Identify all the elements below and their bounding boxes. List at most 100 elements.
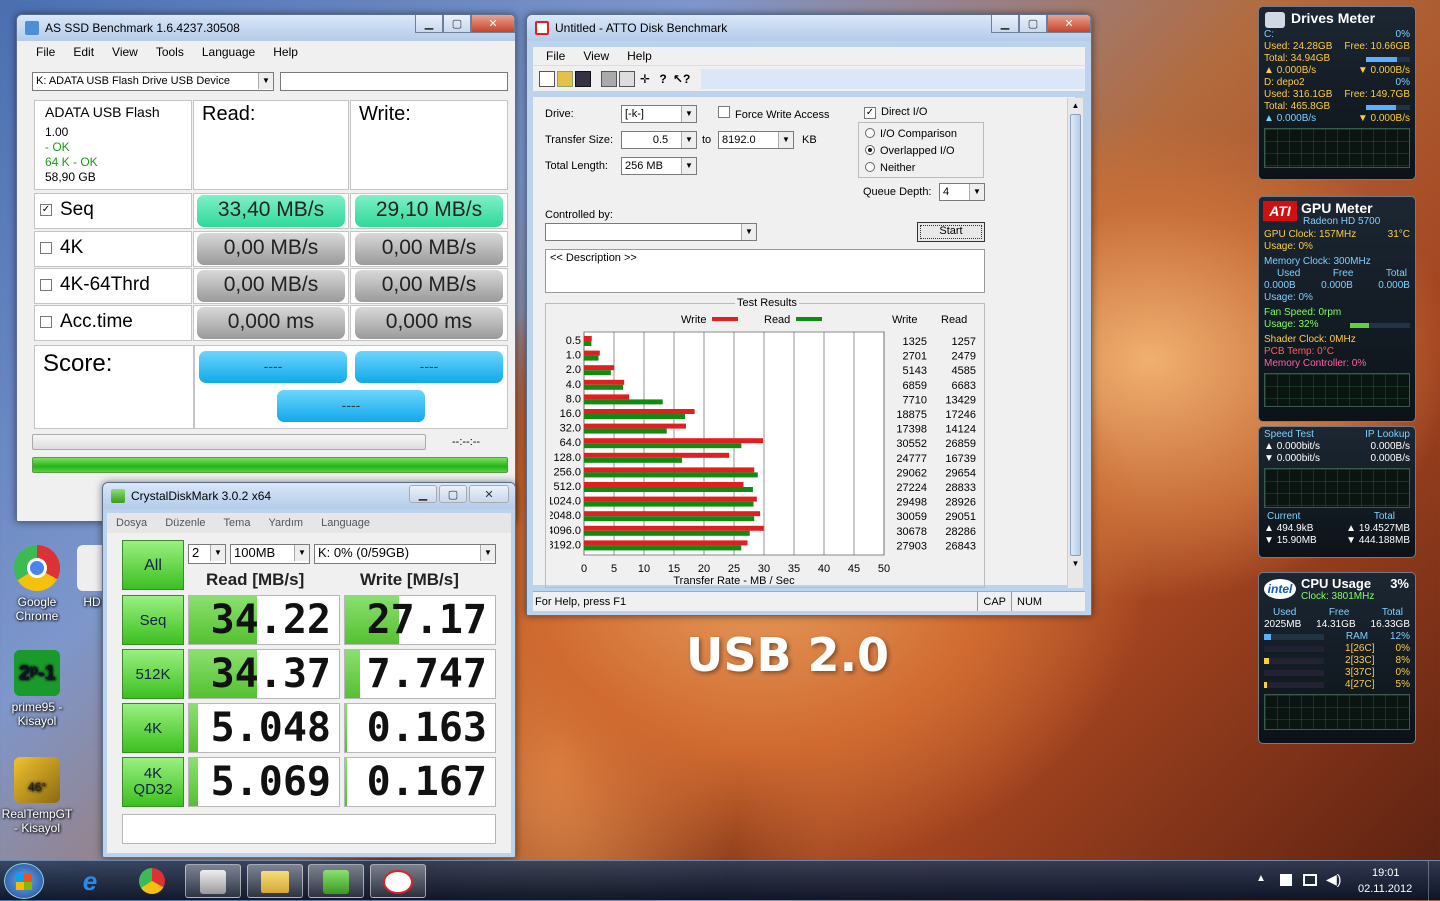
force-write-checkbox[interactable]: Force Write Access	[718, 106, 830, 121]
taskbar-ie[interactable]: e	[62, 864, 118, 898]
gpu-memory-controller: Memory Controller: 0%	[1264, 358, 1367, 369]
new-icon[interactable]	[539, 70, 555, 87]
show-desktop-button[interactable]	[1428, 861, 1440, 901]
maximize-button[interactable]: ▢	[1019, 15, 1047, 33]
save-icon[interactable]	[575, 70, 591, 87]
count-dropdown[interactable]: 2 ▼	[188, 544, 226, 564]
close-button[interactable]: ✕	[1047, 15, 1091, 33]
test-checkbox-2[interactable]: 4K-64Thrd	[40, 274, 150, 296]
speed-test-link[interactable]: Speed Test	[1264, 429, 1314, 441]
drive-select[interactable]: K: ADATA USB Flash Drive USB Device ▼	[32, 72, 274, 91]
core-percent: 0%	[1395, 643, 1410, 654]
transfer-to-dropdown[interactable]: 8192.0 ▼	[718, 131, 794, 149]
gpu-mem-usage: Usage: 0%	[1264, 292, 1313, 303]
total-length-dropdown[interactable]: 256 MB ▼	[621, 157, 697, 175]
menu-help[interactable]: Yardım	[259, 517, 312, 529]
minimize-button[interactable]: ▁	[409, 485, 437, 503]
controlled-by-dropdown[interactable]: ▼	[545, 223, 757, 241]
cdm-comment-field[interactable]	[122, 814, 496, 844]
neither-radio[interactable]: Neither	[865, 162, 915, 174]
menu-help[interactable]: Help	[264, 45, 307, 59]
y-tick-label: 256.0	[553, 466, 581, 478]
ip-lookup-link[interactable]: IP Lookup	[1365, 429, 1410, 441]
atto-titlebar[interactable]: Untitled - ATTO Disk Benchmark ▁ ▢ ✕	[527, 15, 1091, 41]
write-value-label: 24777	[896, 453, 927, 465]
maximize-button[interactable]: ▢	[443, 15, 471, 33]
menu-view[interactable]: View	[103, 45, 147, 59]
progress-bar-top	[32, 434, 426, 450]
context-help-icon[interactable]: ↖?	[673, 71, 690, 87]
scroll-down-icon[interactable]: ▼	[1068, 556, 1083, 572]
drive-dropdown[interactable]: K: 0% (0/59GB) ▼	[314, 544, 496, 564]
clock-time[interactable]: 19:01	[1372, 867, 1400, 879]
clock-date[interactable]: 02.11.2012	[1358, 883, 1412, 895]
read-value-label: 26843	[945, 540, 976, 552]
cdm-titlebar[interactable]: CrystalDiskMark 3.0.2 x64 ▁ ▢ ✕	[103, 483, 515, 509]
total-up-value: 19.4527MB	[1358, 523, 1410, 534]
transfer-from-dropdown[interactable]: 0.5 ▼	[621, 131, 697, 149]
network-tray-icon[interactable]	[1303, 874, 1317, 886]
desktop-icon-prime95[interactable]: 2ᵖ-1 prime95 - Kisayol	[0, 650, 74, 728]
menu-tools[interactable]: Tools	[147, 45, 193, 59]
menu-view[interactable]: View	[574, 49, 618, 63]
move-icon[interactable]: ✛	[637, 71, 653, 87]
overlapped-io-radio[interactable]: Overlapped I/O	[865, 145, 955, 157]
core-percent: 0%	[1395, 667, 1410, 678]
help-icon[interactable]: ?	[655, 71, 671, 87]
menu-help[interactable]: Help	[618, 49, 661, 63]
chrome-icon	[14, 545, 60, 591]
tray-expand-icon[interactable]: ▲	[1256, 873, 1266, 884]
drive-icon	[1265, 12, 1285, 28]
menu-edit[interactable]: Edit	[64, 45, 103, 59]
prime95-icon: 2ᵖ-1	[14, 650, 60, 696]
run-test-button-2[interactable]: 4K	[122, 703, 184, 753]
taskbar-atto[interactable]	[370, 864, 426, 898]
menu-file[interactable]: Dosya	[107, 517, 156, 529]
scroll-up-icon[interactable]: ▲	[1068, 98, 1083, 114]
test-checkbox-0[interactable]: ✓ Seq	[40, 199, 94, 221]
taskbar-asssd[interactable]	[185, 864, 241, 898]
queue-depth-dropdown[interactable]: 4 ▼	[939, 183, 985, 201]
taskbar-explorer[interactable]	[247, 864, 303, 898]
taskbar-chrome[interactable]	[124, 864, 180, 898]
menu-language[interactable]: Language	[312, 517, 379, 529]
direct-io-label: Direct I/O	[881, 106, 928, 118]
drive-dropdown[interactable]: [-k-] ▼	[621, 105, 697, 123]
close-button[interactable]: ✕	[471, 15, 515, 33]
size-dropdown[interactable]: 100MB ▼	[230, 544, 310, 564]
scroll-thumb[interactable]	[1070, 114, 1081, 556]
minimize-button[interactable]: ▁	[415, 15, 443, 33]
direct-io-checkbox[interactable]: ✓ Direct I/O	[864, 106, 927, 119]
asssd-titlebar[interactable]: AS SSD Benchmark 1.6.4237.30508 ▁ ▢ ✕	[17, 15, 515, 41]
run-test-button-1[interactable]: 512K	[122, 649, 184, 699]
print-preview-icon[interactable]	[619, 70, 635, 87]
run-test-button-0[interactable]: Seq	[122, 595, 184, 645]
atto-scrollbar[interactable]: ▲ ▼	[1067, 98, 1083, 588]
legend-read-swatch	[796, 317, 823, 321]
menu-edit[interactable]: Düzenle	[156, 517, 214, 529]
desktop-icon-chrome[interactable]: Google Chrome	[0, 545, 74, 623]
io-comparison-radio[interactable]: I/O Comparison	[865, 128, 957, 140]
open-icon[interactable]	[557, 70, 573, 87]
start-button[interactable]	[4, 863, 44, 899]
desktop-icon-realtemp[interactable]: 46° RealTempGT - Kisayol	[0, 757, 74, 835]
flag-icon[interactable]	[1280, 874, 1292, 886]
description-box[interactable]: << Description >>	[545, 249, 985, 293]
test-checkbox-1[interactable]: 4K	[40, 237, 83, 259]
volume-icon[interactable]: ◀)	[1326, 871, 1341, 888]
read-result: 34.37	[188, 649, 340, 699]
menu-file[interactable]: File	[27, 45, 64, 59]
menu-language[interactable]: Language	[193, 45, 264, 59]
start-button[interactable]: Start	[917, 222, 985, 242]
maximize-button[interactable]: ▢	[439, 485, 467, 503]
test-checkbox-3[interactable]: Acc.time	[40, 311, 133, 333]
print-icon[interactable]	[601, 70, 617, 87]
menu-file[interactable]: File	[537, 49, 574, 63]
bar-write	[584, 365, 615, 371]
taskbar-crystaldiskmark[interactable]	[308, 864, 364, 898]
minimize-button[interactable]: ▁	[991, 15, 1019, 33]
menu-theme[interactable]: Tema	[215, 517, 260, 529]
run-test-button-3[interactable]: 4K QD32	[122, 757, 184, 807]
run-all-button[interactable]: All	[122, 540, 184, 590]
close-button[interactable]: ✕	[469, 485, 509, 503]
